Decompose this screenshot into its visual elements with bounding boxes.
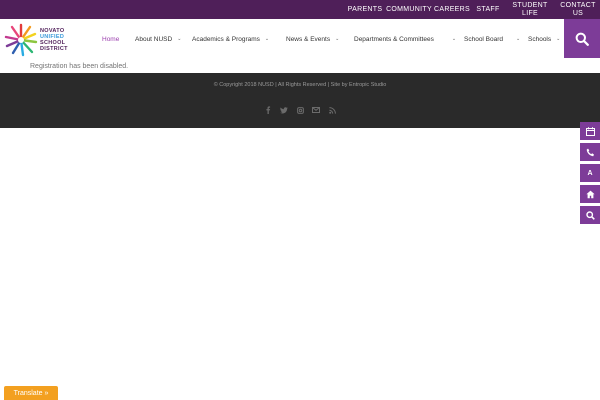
- translate-button[interactable]: Translate »: [4, 386, 58, 400]
- chevron-down-icon: ⌄: [264, 36, 270, 42]
- side-home-button[interactable]: [580, 185, 600, 203]
- starburst-logo-icon: [4, 23, 38, 57]
- chevron-down-icon: ⌄: [516, 36, 521, 42]
- logo-line-4: DISTRICT: [40, 46, 68, 52]
- top-nav: PARENTS COMMUNITY CAREERS STAFF STUDENT …: [344, 0, 600, 19]
- rss-icon[interactable]: [328, 106, 336, 114]
- nav-item-label: News & Events: [286, 35, 331, 43]
- search-icon: [585, 210, 595, 220]
- nav-item-news-events[interactable]: News & Events ⌄: [286, 19, 339, 59]
- search-icon: [575, 32, 589, 46]
- chevron-down-icon: ⌄: [451, 36, 457, 42]
- nav-item-label: Departments & Committees: [354, 35, 434, 43]
- site-header: NOVATO UNIFIED SCHOOL DISTRICT Home Abou…: [0, 19, 600, 59]
- nav-item-home[interactable]: Home: [102, 19, 119, 59]
- side-quick-links: A: [580, 122, 600, 224]
- top-nav-student-life[interactable]: STUDENT LIFE: [504, 0, 556, 19]
- calendar-icon: [585, 126, 595, 136]
- instagram-icon[interactable]: [296, 106, 304, 114]
- page: PARENTS COMMUNITY CAREERS STAFF STUDENT …: [0, 0, 600, 400]
- nav-item-schools[interactable]: Schools ⌄: [528, 19, 560, 59]
- chevron-down-icon: ⌄: [335, 36, 340, 42]
- nav-item-label: About NUSD: [135, 35, 173, 43]
- font-size-icon: A: [587, 169, 593, 177]
- chevron-down-icon: ⌄: [556, 36, 561, 42]
- site-footer: © Copyright 2018 NUSD | All Rights Reser…: [0, 73, 600, 128]
- top-nav-contact-us[interactable]: CONTACT US: [556, 0, 600, 19]
- email-icon[interactable]: [312, 106, 320, 114]
- nav-item-about-nusd[interactable]: About NUSD ⌄: [135, 19, 181, 59]
- phone-icon: [586, 148, 594, 156]
- nav-item-school-board[interactable]: School Board ⌄: [464, 19, 520, 59]
- twitter-icon[interactable]: [280, 106, 288, 114]
- nav-item-departments-committees[interactable]: Departments & Committees ⌄: [354, 19, 456, 59]
- side-calendar-button[interactable]: [580, 122, 600, 140]
- top-nav-staff[interactable]: STAFF: [472, 0, 504, 19]
- nav-item-label: School Board: [464, 35, 504, 43]
- district-logo[interactable]: NOVATO UNIFIED SCHOOL DISTRICT: [4, 23, 84, 57]
- top-nav-parents[interactable]: PARENTS: [344, 0, 386, 19]
- facebook-icon[interactable]: [264, 106, 272, 114]
- header-search-button[interactable]: [564, 19, 600, 58]
- side-font-size-button[interactable]: A: [580, 164, 600, 182]
- social-links: [0, 106, 600, 114]
- side-search-button[interactable]: [580, 206, 600, 224]
- nav-item-academics-programs[interactable]: Academics & Programs ⌄: [192, 19, 269, 59]
- top-utility-bar: PARENTS COMMUNITY CAREERS STAFF STUDENT …: [0, 0, 600, 19]
- home-icon: [585, 190, 595, 198]
- top-nav-careers[interactable]: CAREERS: [432, 0, 472, 19]
- side-phone-button[interactable]: [580, 143, 600, 161]
- top-nav-community[interactable]: COMMUNITY: [386, 0, 432, 19]
- status-message: Registration has been disabled.: [30, 63, 129, 70]
- chevron-down-icon: ⌄: [177, 36, 182, 42]
- nav-item-label: Schools: [528, 35, 552, 43]
- copyright-text: © Copyright 2018 NUSD | All Rights Reser…: [213, 82, 387, 88]
- nav-item-label: Academics & Programs: [192, 35, 260, 43]
- nav-item-label: Home: [102, 35, 120, 43]
- logo-wordmark: NOVATO UNIFIED SCHOOL DISTRICT: [40, 28, 68, 52]
